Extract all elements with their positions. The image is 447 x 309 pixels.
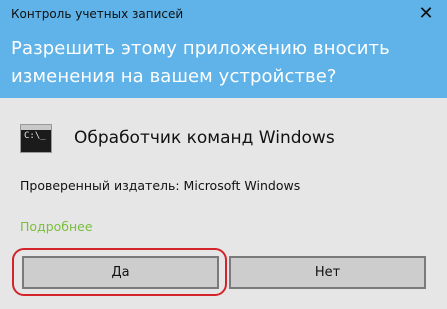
close-button[interactable]: ✕ xyxy=(416,4,436,24)
app-name: Обработчик команд Windows xyxy=(74,128,335,148)
dialog-header: Контроль учетных записей ✕ Разрешить это… xyxy=(0,0,447,98)
cmd-icon: C:\_ xyxy=(20,123,52,153)
no-button[interactable]: Нет xyxy=(229,256,426,289)
cmd-icon-prompt: C:\_ xyxy=(24,130,46,141)
window-title: Контроль учетных записей xyxy=(11,7,184,21)
publisher-text: Проверенный издатель: Microsoft Windows xyxy=(20,178,301,193)
yes-button[interactable]: Да xyxy=(22,256,219,289)
yes-button-label: Да xyxy=(111,265,130,280)
cmd-icon-titlebar xyxy=(21,124,51,130)
app-info-row: C:\_ Обработчик команд Windows xyxy=(20,121,335,155)
prompt-question: Разрешить этому приложению вносить измен… xyxy=(11,38,390,87)
uac-dialog: Контроль учетных записей ✕ Разрешить это… xyxy=(0,0,447,309)
details-link[interactable]: Подробнее xyxy=(20,219,93,234)
no-button-label: Нет xyxy=(314,265,341,280)
